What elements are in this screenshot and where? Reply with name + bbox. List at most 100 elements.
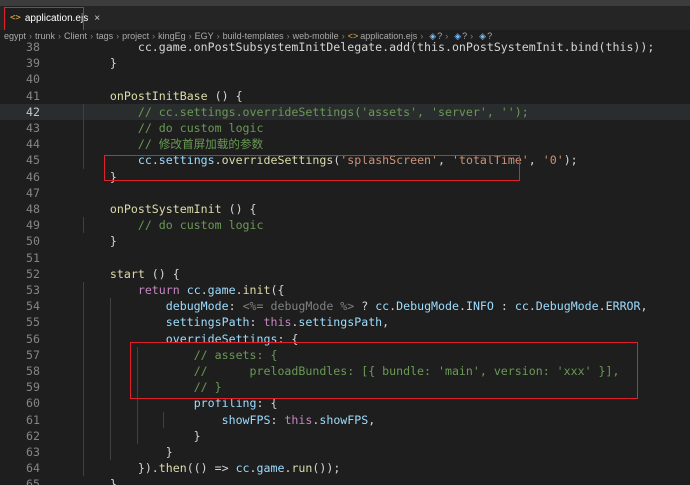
line-number: 38 bbox=[26, 42, 40, 54]
code-text: showFPS: this.showFPS, bbox=[221, 412, 376, 427]
breadcrumb-segment[interactable]: web-mobile bbox=[293, 31, 339, 41]
line-number: 40 bbox=[26, 72, 40, 87]
indent-guide bbox=[83, 217, 84, 234]
breadcrumb-segment[interactable]: Client bbox=[64, 31, 87, 41]
line-number: 55 bbox=[26, 315, 40, 330]
line-number: 43 bbox=[26, 121, 40, 135]
line-number: 47 bbox=[26, 185, 40, 200]
line-number: 51 bbox=[26, 250, 40, 265]
line-number: 54 bbox=[26, 299, 40, 314]
breadcrumb-segment[interactable]: egypt bbox=[4, 31, 26, 41]
code-line[interactable]: 49 // do custom logic bbox=[0, 217, 690, 233]
code-line[interactable]: 44 // 修改首屏加载的参数 bbox=[0, 136, 690, 152]
line-number: 63 bbox=[26, 445, 40, 459]
line-number: 59 bbox=[26, 380, 40, 395]
line-number: 57 bbox=[26, 347, 40, 362]
line-number: 41 bbox=[26, 88, 40, 103]
breadcrumb-segment[interactable]: build-templates bbox=[223, 31, 284, 41]
line-number: 39 bbox=[26, 56, 40, 71]
code-text: } bbox=[82, 56, 117, 71]
code-highlight-box bbox=[130, 341, 638, 400]
code-text: // 修改首屏加载的参数 bbox=[137, 137, 264, 152]
indent-guide bbox=[163, 411, 164, 428]
code-text: settingsPath: this.settingsPath, bbox=[165, 315, 390, 330]
chevron-right-icon: › bbox=[445, 31, 449, 41]
code-line[interactable]: 63 } bbox=[0, 444, 690, 460]
code-line[interactable]: 50 } bbox=[0, 233, 690, 249]
code-text: } bbox=[82, 477, 117, 485]
code-line[interactable]: 64 }).then(() => cc.game.run()); bbox=[0, 460, 690, 476]
chevron-right-icon: › bbox=[420, 31, 424, 41]
chevron-right-icon: › bbox=[188, 31, 192, 41]
line-number: 49 bbox=[26, 218, 40, 233]
code-line[interactable]: 65 } bbox=[0, 476, 690, 485]
chevron-right-icon: › bbox=[286, 31, 290, 41]
breadcrumb: egypt › trunk › Client › tags › project › kingEg › E… bbox=[0, 30, 690, 42]
file-code-icon: <> bbox=[347, 31, 359, 41]
code-text: // cc.settings.overrideSettings('assets'… bbox=[137, 104, 529, 119]
code-text: // do custom logic bbox=[137, 218, 264, 233]
indent-guide bbox=[110, 298, 111, 461]
indent-guide bbox=[83, 103, 84, 169]
symbol-cube-icon: ◈ bbox=[479, 30, 487, 41]
line-number: 53 bbox=[26, 283, 40, 297]
close-icon[interactable]: × bbox=[94, 13, 100, 24]
breadcrumb-symbol[interactable]: ? bbox=[487, 31, 492, 41]
line-number: 42 bbox=[26, 104, 40, 119]
code-line[interactable]: 43 // do custom logic bbox=[0, 120, 690, 136]
code-text: start () { bbox=[109, 266, 180, 281]
line-number: 48 bbox=[26, 202, 40, 216]
chevron-right-icon: › bbox=[29, 31, 33, 41]
chevron-right-icon: › bbox=[116, 31, 120, 41]
chevron-right-icon: › bbox=[216, 31, 220, 41]
code-text: cc.game.onPostSubsystemInitDelegate.add(… bbox=[82, 42, 655, 54]
code-line[interactable]: 42 // cc.settings.overrideSettings('asse… bbox=[0, 103, 690, 120]
line-number: 62 bbox=[26, 428, 40, 443]
code-line[interactable]: 55 settingsPath: this.settingsPath, bbox=[0, 314, 690, 330]
line-number: 64 bbox=[26, 461, 40, 476]
code-line[interactable]: 47 bbox=[0, 185, 690, 201]
code-text: } bbox=[82, 234, 117, 249]
chevron-right-icon: › bbox=[152, 31, 156, 41]
indent-guide bbox=[83, 282, 84, 477]
line-number: 65 bbox=[26, 477, 40, 485]
breadcrumb-segment[interactable]: kingEg bbox=[158, 31, 186, 41]
code-highlight-box bbox=[104, 155, 520, 181]
breadcrumb-symbol[interactable]: ? bbox=[437, 31, 442, 41]
code-text: onPostInitBase () { bbox=[109, 88, 243, 103]
line-number: 46 bbox=[26, 169, 40, 184]
symbol-cube-icon: ◈ bbox=[429, 30, 437, 41]
line-number: 44 bbox=[26, 137, 40, 152]
code-line[interactable]: 39 } bbox=[0, 55, 690, 71]
code-line[interactable]: 51 bbox=[0, 250, 690, 266]
code-editor[interactable]: 38 cc.game.onPostSubsystemInitDelegate.a… bbox=[0, 42, 690, 485]
chevron-right-icon: › bbox=[58, 31, 62, 41]
code-line[interactable]: 48 onPostSystemInit () { bbox=[0, 201, 690, 217]
code-line[interactable]: 54 debugMode: <%= debugMode %> ? cc.Debu… bbox=[0, 298, 690, 314]
code-line[interactable]: 38 cc.game.onPostSubsystemInitDelegate.a… bbox=[0, 42, 690, 55]
breadcrumb-segment[interactable]: application.ejs bbox=[360, 31, 417, 41]
code-line[interactable]: 61 showFPS: this.showFPS, bbox=[0, 412, 690, 428]
line-number: 58 bbox=[26, 364, 40, 378]
chevron-right-icon: › bbox=[90, 31, 94, 41]
code-line[interactable]: 53 return cc.game.init({ bbox=[0, 282, 690, 298]
code-line[interactable]: 62 } bbox=[0, 428, 690, 444]
code-text: onPostSystemInit () { bbox=[109, 202, 257, 216]
code-line[interactable]: 40 bbox=[0, 71, 690, 87]
code-line[interactable]: 41 onPostInitBase () { bbox=[0, 88, 690, 104]
code-text: return cc.game.init({ bbox=[137, 283, 285, 297]
breadcrumb-segment[interactable]: trunk bbox=[35, 31, 55, 41]
code-text: // do custom logic bbox=[137, 121, 264, 135]
tab-highlight-box bbox=[4, 7, 84, 31]
chevron-right-icon: › bbox=[470, 31, 474, 41]
line-number: 45 bbox=[26, 153, 40, 168]
breadcrumb-segment[interactable]: tags bbox=[96, 31, 113, 41]
breadcrumb-segment[interactable]: EGY bbox=[195, 31, 214, 41]
code-text: }).then(() => cc.game.run()); bbox=[82, 461, 341, 476]
breadcrumb-segment[interactable]: project bbox=[122, 31, 149, 41]
line-number: 60 bbox=[26, 396, 40, 411]
breadcrumb-symbol[interactable]: ? bbox=[462, 31, 467, 41]
code-text: } bbox=[82, 428, 201, 443]
line-number: 56 bbox=[26, 331, 40, 346]
code-line[interactable]: 52 start () { bbox=[0, 266, 690, 282]
